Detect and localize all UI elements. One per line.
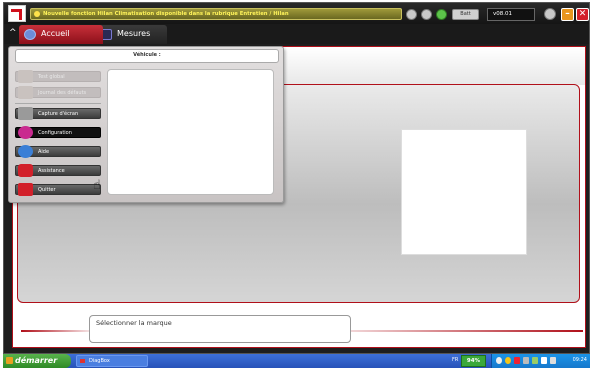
clock: 09:24 xyxy=(572,357,587,363)
tray-device-icon[interactable] xyxy=(541,357,547,364)
connection-status-icon xyxy=(436,9,447,20)
notification-banner[interactable]: Nouvelle fonction Hilan Climatisation di… xyxy=(30,8,402,20)
status-message: Sélectionner la marque xyxy=(96,319,172,327)
quit-icon xyxy=(18,183,33,196)
notification-text: Nouvelle fonction Hilan Climatisation di… xyxy=(43,11,289,17)
battery-percent: 94% xyxy=(461,355,486,367)
home-dropdown-menu: Véhicule : Test global Journal des défau… xyxy=(8,46,284,203)
minimize-button[interactable]: – xyxy=(561,8,574,21)
tab-accueil-label: Accueil xyxy=(41,29,70,38)
screenshot-icon xyxy=(18,107,33,120)
battery-indicator: Batt xyxy=(452,9,479,20)
tab-accueil[interactable]: Accueil xyxy=(19,25,103,44)
tray-network-icon[interactable] xyxy=(523,357,529,364)
collapse-caret-icon[interactable]: ^ xyxy=(9,28,17,38)
menu-item-capture-ecran[interactable]: Capture d'écran xyxy=(15,107,101,120)
status-message-box: Sélectionner la marque xyxy=(89,315,351,343)
menu-item-label: Test global xyxy=(38,74,65,80)
menu-item-journal-defauts[interactable]: Journal des défauts xyxy=(15,86,101,99)
tab-mesures[interactable]: Mesures xyxy=(95,25,167,44)
configuration-icon xyxy=(18,126,33,139)
version-label: v08.01 xyxy=(487,8,535,21)
tray-app-icon[interactable] xyxy=(532,357,538,364)
menu-item-label: Quitter xyxy=(38,187,56,193)
battery-label: Batt xyxy=(460,11,471,17)
menu-item-label: Journal des défauts xyxy=(38,90,87,96)
menu-item-label: Configuration xyxy=(38,130,72,136)
menu-item-quitter[interactable]: Quitter xyxy=(15,183,101,196)
close-button[interactable]: ✕ xyxy=(576,8,589,21)
menu-item-label: Capture d'écran xyxy=(38,111,79,117)
taskbar-app-button[interactable]: DiagBox xyxy=(76,355,148,367)
menu-item-assistance[interactable]: Assistance xyxy=(15,164,101,177)
language-indicator[interactable]: FR xyxy=(452,357,458,363)
power-icon[interactable] xyxy=(544,8,556,20)
menu-item-label: Assistance xyxy=(38,168,65,174)
os-taskbar: démarrer DiagBox FR 94% 09:24 xyxy=(3,354,590,368)
menu-item-configuration[interactable]: Configuration xyxy=(15,126,101,139)
help-icon xyxy=(18,145,33,158)
app-logo xyxy=(8,5,26,22)
menu-separator xyxy=(15,103,101,104)
title-bar: Nouvelle fonction Hilan Climatisation di… xyxy=(4,3,589,24)
lightbulb-icon xyxy=(34,11,40,17)
brand-image-area[interactable] xyxy=(401,129,527,255)
settings-icon[interactable] xyxy=(421,9,432,20)
start-button[interactable]: démarrer xyxy=(3,354,71,368)
decor-line-left xyxy=(21,330,99,332)
tab-mesures-label: Mesures xyxy=(117,29,151,38)
vehicle-label: Véhicule : xyxy=(15,49,279,63)
menu-item-label: Aide xyxy=(38,149,50,155)
menu-content-panel xyxy=(107,69,274,195)
system-tray: 09:24 xyxy=(491,354,590,368)
refresh-icon[interactable] xyxy=(406,9,417,20)
menu-item-test-global[interactable]: Test global xyxy=(15,70,101,83)
tray-display-icon[interactable] xyxy=(550,357,556,364)
app-window: Nouvelle fonction Hilan Climatisation di… xyxy=(3,2,590,354)
tray-warning-icon[interactable] xyxy=(505,357,511,364)
decor-line-right xyxy=(343,330,583,332)
tab-bar: ^ Mesures Accueil xyxy=(4,24,589,44)
tray-volume-icon[interactable] xyxy=(496,357,502,364)
home-globe-icon xyxy=(24,29,36,40)
assistance-icon xyxy=(18,164,33,177)
fault-log-icon xyxy=(18,86,33,99)
hand-cursor-icon: ☝ xyxy=(93,178,101,193)
menu-item-aide[interactable]: Aide xyxy=(15,145,101,158)
tray-security-icon[interactable] xyxy=(514,357,520,364)
test-global-icon xyxy=(18,70,33,83)
